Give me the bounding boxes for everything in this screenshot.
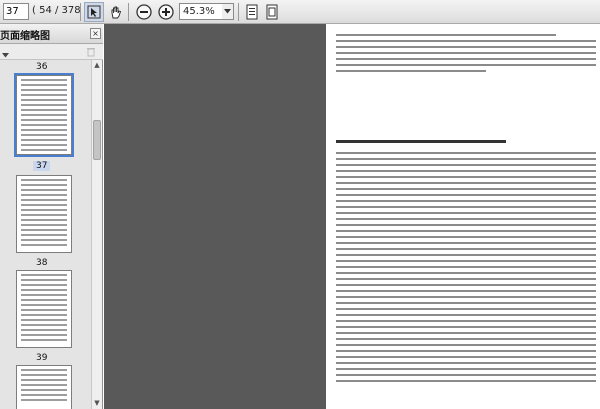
toolbar-separator <box>80 3 81 21</box>
panel-tools <box>0 44 103 60</box>
select-arrow-icon <box>87 5 101 19</box>
thumbnail-page-37[interactable] <box>16 175 72 253</box>
fit-page-button[interactable] <box>262 2 282 22</box>
page-number-input[interactable] <box>3 3 29 20</box>
toolbar-separator <box>238 3 239 21</box>
delete-page-button[interactable] <box>86 46 96 60</box>
chevron-down-icon <box>224 9 231 14</box>
zoom-out-button[interactable] <box>134 2 154 22</box>
zoom-dropdown-button[interactable] <box>222 3 234 20</box>
thumbnail-label: 36 <box>36 62 48 72</box>
scrollbar-thumb[interactable] <box>93 120 101 160</box>
panel-header: 页面缩略图 × <box>0 24 103 44</box>
paragraph-block <box>336 34 596 76</box>
trash-icon <box>87 48 95 57</box>
section-heading <box>336 140 596 149</box>
select-tool-button[interactable] <box>84 2 104 22</box>
fit-width-button[interactable] <box>242 2 262 22</box>
fit-width-icon <box>246 4 258 20</box>
zoom-in-button[interactable] <box>156 2 176 22</box>
thumbnail-label: 39 <box>36 353 48 363</box>
thumbnail-scrollbar[interactable]: ▲ ▼ <box>91 60 102 409</box>
zoom-level-field[interactable]: 45.3% <box>179 3 223 20</box>
paragraph-block <box>336 152 596 386</box>
hand-tool-icon <box>111 6 122 19</box>
hand-tool-button[interactable] <box>106 2 126 22</box>
thumbnail-page-39[interactable] <box>16 365 72 409</box>
panel-close-button[interactable]: × <box>90 28 101 39</box>
close-icon: × <box>92 29 99 38</box>
scroll-down-icon[interactable]: ▼ <box>92 398 102 408</box>
toolbar: ( 54 / 378 ) 45.3% <box>0 0 600 24</box>
document-view[interactable] <box>104 24 600 409</box>
panel-title: 页面缩略图 <box>0 31 50 42</box>
document-page <box>326 24 600 409</box>
thumbnail-label-current: 37 <box>33 161 51 171</box>
zoom-in-icon <box>158 4 174 20</box>
thumbnail-label: 38 <box>36 258 48 268</box>
thumbnail-page-36[interactable] <box>14 73 74 157</box>
fit-page-icon <box>266 4 278 20</box>
thumbnail-list: 36 37 38 39 <box>0 60 91 409</box>
scroll-up-icon[interactable]: ▲ <box>92 60 102 70</box>
zoom-out-icon <box>136 4 152 20</box>
thumbnail-panel: 页面缩略图 × 36 37 38 39 ▲ ▼ <box>0 24 103 409</box>
chevron-down-icon <box>2 53 9 58</box>
toolbar-separator <box>128 3 129 21</box>
thumbnail-page-38[interactable] <box>16 270 72 348</box>
